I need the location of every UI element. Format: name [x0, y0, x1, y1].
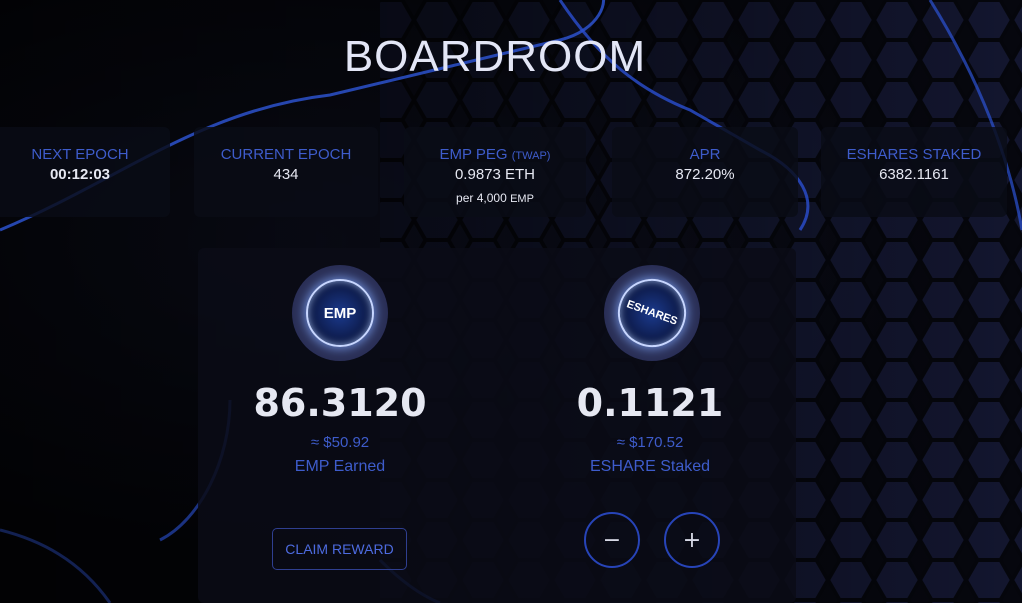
- earned-caption: EMP Earned: [294, 458, 386, 475]
- stat-label: ESHARES STAKED: [846, 146, 982, 163]
- stat-label: EMP PEG (TWAP): [404, 146, 586, 163]
- staked-card: ESHARES 0.1121 ≈ $170.52 ESHARE Staked −…: [504, 248, 804, 603]
- stat-subvalue: per 4,000 EMP: [404, 191, 586, 205]
- earned-amount: 86.3120: [253, 381, 427, 425]
- staked-amount: 0.1121: [576, 381, 724, 425]
- stat-emp-peg: EMP PEG (TWAP) 0.9873 ETH per 4,000 EMP: [404, 127, 586, 217]
- staked-caption: ESHARE Staked: [589, 458, 711, 475]
- earned-usd-value: ≈ $50.92: [310, 434, 370, 451]
- stat-label-twap: (TWAP): [511, 150, 551, 162]
- eshares-token-logo: ESHARES: [604, 265, 700, 361]
- stat-sub-main: per 4,000: [456, 191, 511, 205]
- stat-eshares-staked: ESHARES STAKED 6382.1161: [821, 127, 1007, 217]
- stat-value: 434: [273, 166, 299, 183]
- page-title: BOARDROOM: [343, 32, 647, 81]
- stat-label-main: EMP PEG: [439, 146, 512, 163]
- stat-label: NEXT EPOCH: [31, 146, 129, 163]
- stat-value: 00:12:03: [49, 166, 111, 183]
- stat-current-epoch: CURRENT EPOCH 434: [194, 127, 378, 217]
- emp-token-icon: EMP: [306, 279, 374, 347]
- withdraw-minus-button[interactable]: −: [584, 512, 640, 568]
- emp-token-logo: EMP: [292, 265, 388, 361]
- stat-sub-small: EMP: [510, 193, 534, 205]
- eshares-token-icon: ESHARES: [608, 269, 696, 357]
- stat-value: 6382.1161: [879, 166, 949, 183]
- earned-card: EMP 86.3120 ≈ $50.92 EMP Earned CLAIM RE…: [198, 248, 498, 603]
- stat-apr: APR 872.20%: [612, 127, 798, 217]
- claim-reward-button[interactable]: CLAIM REWARD: [272, 528, 407, 570]
- stat-label: CURRENT EPOCH: [220, 146, 352, 163]
- stat-next-epoch: NEXT EPOCH 00:12:03: [0, 127, 170, 217]
- boardroom-panel: EMP 86.3120 ≈ $50.92 EMP Earned CLAIM RE…: [198, 248, 796, 603]
- deposit-plus-button[interactable]: +: [664, 512, 720, 568]
- stat-value: 872.20%: [675, 166, 735, 183]
- staked-usd-value: ≈ $170.52: [616, 434, 684, 451]
- stat-value: 0.9873 ETH: [454, 166, 536, 183]
- stat-label: APR: [689, 146, 721, 163]
